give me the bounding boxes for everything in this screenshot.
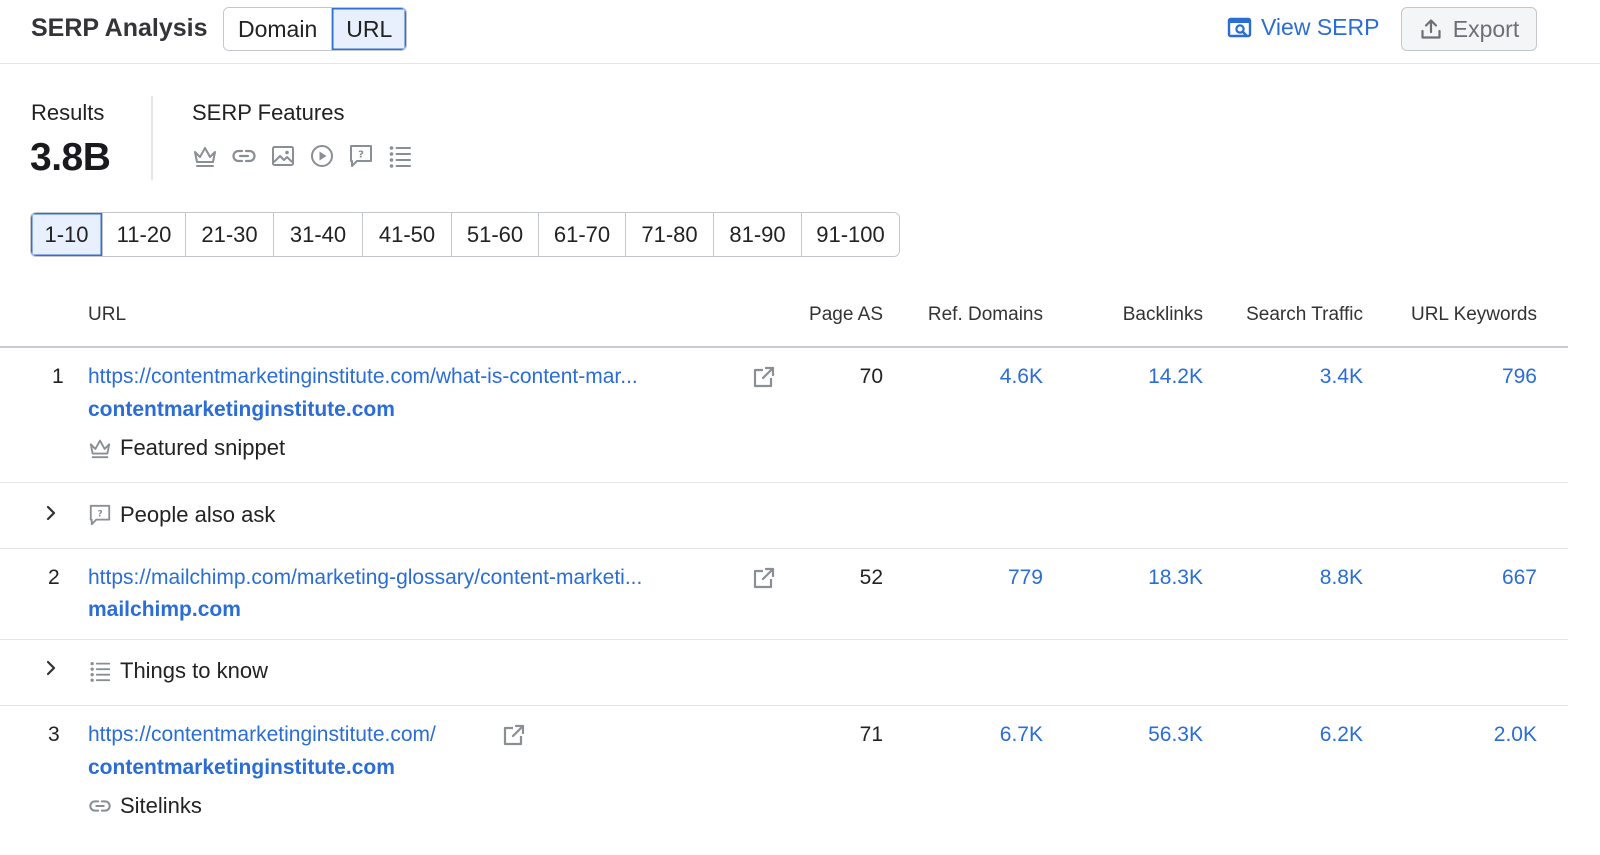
page-as-value: 71 <box>859 723 883 746</box>
row-serp-feature: Featured snippet <box>88 435 285 461</box>
url-keywords-value[interactable]: 667 <box>1502 566 1537 590</box>
row-domain-link[interactable]: contentmarketinginstitute.com <box>88 398 395 422</box>
mode-toggle: Domain URL <box>223 7 408 51</box>
row-url-link[interactable]: https://mailchimp.com/marketing-glossary… <box>88 566 642 590</box>
table-row: 3 https://contentmarketinginstitute.com/… <box>0 706 1568 855</box>
table-header: URL Page AS Ref. Domains Backlinks Searc… <box>0 300 1568 348</box>
row-position: 3 <box>48 723 60 746</box>
export-label: Export <box>1452 15 1520 42</box>
row-position: 1 <box>52 365 64 388</box>
serp-feature-group: ? People also ask <box>88 502 275 528</box>
page-1-10[interactable]: 1-10 <box>31 213 102 256</box>
question-bubble-icon[interactable]: ? <box>348 143 374 169</box>
serp-feature-group-label: Things to know <box>120 658 268 683</box>
results-pager: 1-10 11-20 21-30 31-40 41-50 51-60 61-70… <box>30 212 900 257</box>
search-traffic-value[interactable]: 6.2K <box>1320 723 1363 747</box>
mode-domain-button[interactable]: Domain <box>224 8 332 50</box>
page-11-20[interactable]: 11-20 <box>102 213 185 256</box>
crown-icon[interactable] <box>192 143 218 169</box>
ref-domains-value[interactable]: 6.7K <box>1000 723 1043 747</box>
search-traffic-value[interactable]: 8.8K <box>1320 566 1363 590</box>
backlinks-value[interactable]: 14.2K <box>1148 365 1203 389</box>
export-button[interactable]: Export <box>1401 7 1537 51</box>
row-domain-link[interactable]: mailchimp.com <box>88 598 241 622</box>
column-ref-domains[interactable]: Ref. Domains <box>928 304 1043 326</box>
search-traffic-value[interactable]: 3.4K <box>1320 365 1363 389</box>
question-bubble-icon: ? <box>89 504 111 526</box>
page-81-90[interactable]: 81-90 <box>713 213 801 256</box>
external-link-icon[interactable] <box>752 365 776 389</box>
view-serp-label: View SERP <box>1261 14 1380 40</box>
svg-text:?: ? <box>97 508 102 519</box>
page-71-80[interactable]: 71-80 <box>625 213 713 256</box>
summary-divider <box>151 96 153 180</box>
list-icon <box>90 661 111 682</box>
column-search-traffic[interactable]: Search Traffic <box>1246 304 1363 326</box>
svg-text:?: ? <box>358 150 364 161</box>
serp-features-label: SERP Features <box>192 100 345 125</box>
page-91-100[interactable]: 91-100 <box>801 213 899 256</box>
column-url-keywords[interactable]: URL Keywords <box>1411 304 1537 326</box>
link-icon[interactable] <box>231 143 257 169</box>
external-link-icon[interactable] <box>502 723 526 747</box>
serp-features-icons: ? <box>192 143 413 169</box>
page-51-60[interactable]: 51-60 <box>451 213 538 256</box>
serp-feature-group-label: People also ask <box>120 502 276 527</box>
row-url-link[interactable]: https://contentmarketinginstitute.com/wh… <box>88 365 638 389</box>
url-keywords-value[interactable]: 2.0K <box>1494 723 1537 747</box>
view-serp-button[interactable]: View SERP <box>1227 14 1379 41</box>
page-41-50[interactable]: 41-50 <box>362 213 451 256</box>
table-row: 2 https://mailchimp.com/marketing-glossa… <box>0 549 1568 640</box>
row-domain-link[interactable]: contentmarketinginstitute.com <box>88 756 395 780</box>
column-url[interactable]: URL <box>88 304 126 326</box>
page-as-value: 70 <box>859 365 883 388</box>
expandable-row-things-to-know[interactable]: Things to know <box>0 640 1568 706</box>
url-keywords-value[interactable]: 796 <box>1502 365 1537 389</box>
page-as-value: 52 <box>859 566 883 589</box>
page-61-70[interactable]: 61-70 <box>538 213 625 256</box>
serp-feature-label: Sitelinks <box>120 793 202 818</box>
list-icon[interactable] <box>387 143 413 169</box>
row-url-link[interactable]: https://contentmarketinginstitute.com/ <box>88 723 436 747</box>
crown-icon <box>89 439 111 459</box>
results-label: Results <box>31 100 105 125</box>
column-page-as[interactable]: Page AS <box>809 304 883 326</box>
external-link-icon[interactable] <box>752 566 776 590</box>
column-backlinks[interactable]: Backlinks <box>1123 304 1203 326</box>
link-icon <box>89 800 111 812</box>
backlinks-value[interactable]: 18.3K <box>1148 566 1203 590</box>
table-row: 1 https://contentmarketinginstitute.com/… <box>0 349 1568 483</box>
serp-feature-label: Featured snippet <box>120 435 286 460</box>
page-21-30[interactable]: 21-30 <box>185 213 273 256</box>
image-icon[interactable] <box>270 143 296 169</box>
page-31-40[interactable]: 31-40 <box>273 213 362 256</box>
ref-domains-value[interactable]: 779 <box>1008 566 1043 590</box>
play-icon[interactable] <box>309 143 335 169</box>
results-value: 3.8B <box>30 136 111 179</box>
top-bar: SERP Analysis Domain URL View SERP Expor… <box>0 0 1600 64</box>
row-serp-feature: Sitelinks <box>88 793 202 819</box>
backlinks-value[interactable]: 56.3K <box>1148 723 1203 747</box>
page-title: SERP Analysis <box>31 14 208 42</box>
serp-feature-group: Things to know <box>88 658 268 684</box>
view-serp-icon <box>1227 17 1252 37</box>
ref-domains-value[interactable]: 4.6K <box>1000 365 1043 389</box>
upload-icon <box>1421 19 1441 39</box>
mode-url-button[interactable]: URL <box>331 8 407 50</box>
chevron-right-icon[interactable] <box>41 658 61 678</box>
expandable-row-people-also-ask[interactable]: ? People also ask <box>0 483 1568 549</box>
chevron-right-icon[interactable] <box>41 503 61 523</box>
row-position: 2 <box>48 566 60 589</box>
